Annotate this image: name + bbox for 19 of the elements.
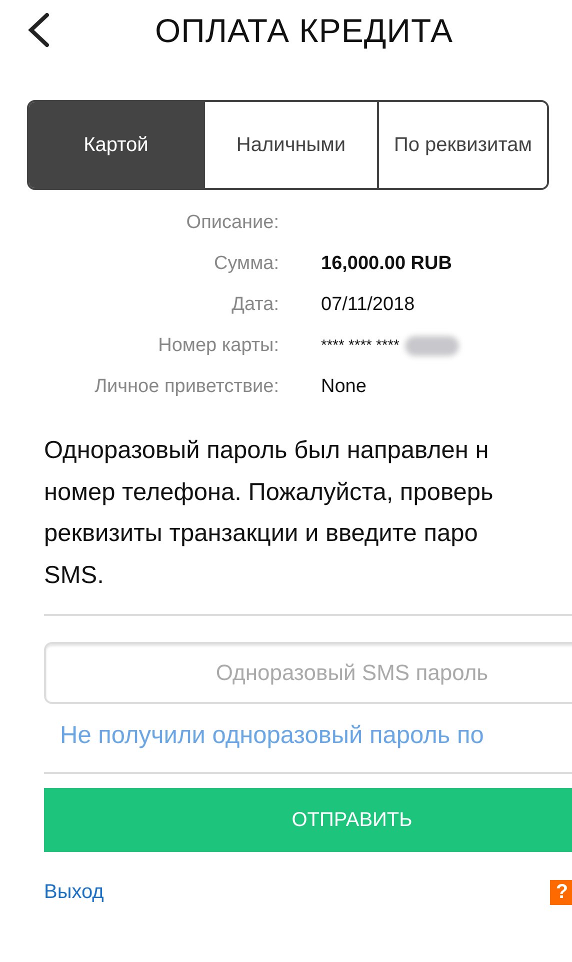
detail-label: Сумма: bbox=[213, 252, 279, 276]
page-title: ОПЛАТА КРЕДИТА bbox=[154, 12, 454, 50]
detail-label: Дата: bbox=[230, 293, 279, 317]
help-icon[interactable]: ? bbox=[550, 880, 572, 905]
detail-label: Личное приветствие: bbox=[94, 375, 279, 399]
tab[interactable]: По реквизитам bbox=[377, 102, 547, 188]
info-message: Одноразовый пароль был направлен н номер телефона. Пожалуйста, проверь реквизиты транзакции и введите паро SMS. bbox=[44, 436, 494, 590]
tab[interactable]: Картой bbox=[29, 102, 203, 188]
back-icon[interactable] bbox=[26, 12, 52, 48]
redaction-blur bbox=[405, 336, 460, 356]
logout-link[interactable]: Выход bbox=[44, 881, 104, 904]
detail-label: Описание: bbox=[185, 211, 279, 235]
detail-value: None bbox=[321, 375, 368, 399]
detail-value: **** **** **** bbox=[321, 336, 400, 356]
detail-value: 16,000.00 RUB bbox=[321, 252, 453, 276]
sms-password-field[interactable]: Одноразовый SMS пароль bbox=[44, 642, 572, 704]
resend-link[interactable]: Не получили одноразовый пароль по bbox=[60, 720, 484, 752]
detail-value: 07/11/2018 bbox=[321, 293, 416, 317]
detail-label: Номер карты: bbox=[157, 334, 279, 358]
